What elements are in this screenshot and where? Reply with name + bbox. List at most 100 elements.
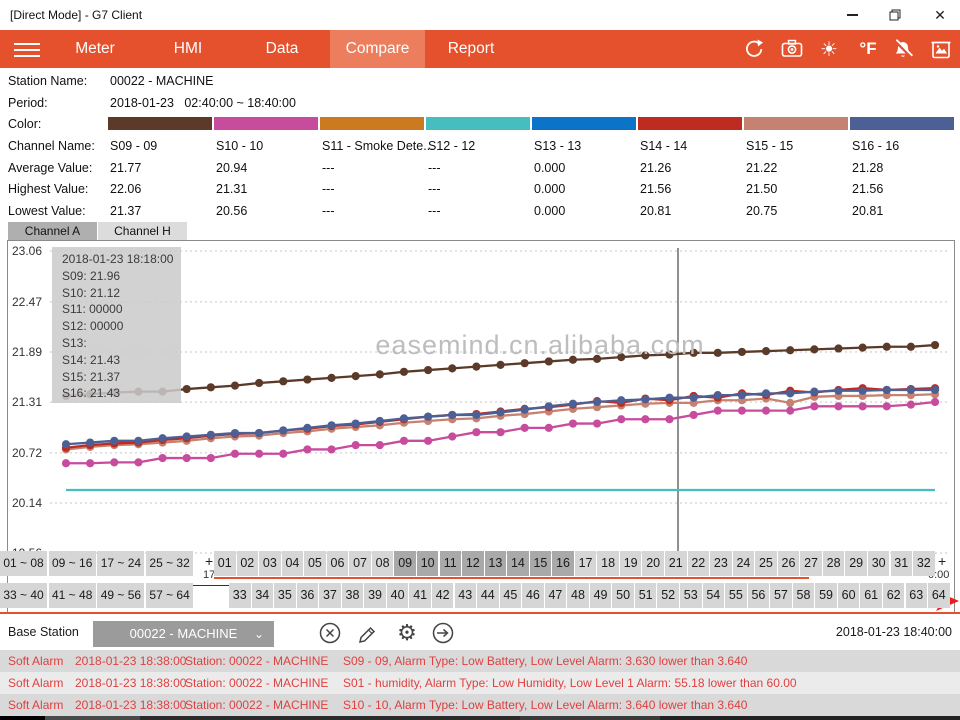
tab-channel-a[interactable]: Channel A (8, 222, 97, 241)
nav-item-data[interactable]: Data (252, 30, 312, 68)
tooltip-line: S13: (62, 335, 181, 352)
channel-button-37[interactable]: 37 (319, 583, 341, 608)
channel-button-44[interactable]: 44 (477, 583, 499, 608)
edit-button[interactable] (353, 618, 383, 648)
channel-button-08[interactable]: 08 (372, 551, 394, 576)
bell-muted-icon[interactable] (890, 37, 916, 61)
channel-button-02[interactable]: 02 (237, 551, 259, 576)
settings-button[interactable]: ⚙ (392, 618, 422, 648)
channel-button-61[interactable]: 61 (860, 583, 882, 608)
channel-button-30[interactable]: 30 (868, 551, 890, 576)
channel-button-57[interactable]: 57 (770, 583, 792, 608)
channel-button-50[interactable]: 50 (612, 583, 634, 608)
channel-button-38[interactable]: 38 (342, 583, 364, 608)
menu-icon[interactable] (14, 39, 42, 59)
channel-button-51[interactable]: 51 (635, 583, 657, 608)
channel-button-45[interactable]: 45 (500, 583, 522, 608)
channel-button-63[interactable]: 63 (906, 583, 928, 608)
camera-icon[interactable] (779, 37, 805, 61)
alarm-row[interactable]: Soft Alarm2018-01-23 18:38:00Station: 00… (0, 672, 960, 694)
channel-button-19[interactable]: 19 (620, 551, 642, 576)
data-point-s09 (617, 353, 625, 361)
channel-button-20[interactable]: 20 (642, 551, 664, 576)
sun-brightness-icon[interactable]: ☀ (816, 37, 842, 61)
range-button-33~40[interactable]: 33 ~ 40 (0, 583, 47, 608)
channel-button-25[interactable]: 25 (755, 551, 777, 576)
nav-item-meter[interactable]: Meter (60, 30, 130, 68)
range-button-09~16[interactable]: 09 ~ 16 (49, 551, 96, 576)
tab-channel-h[interactable]: Channel H (98, 222, 187, 241)
image-capture-icon[interactable] (928, 37, 954, 61)
channel-button-11[interactable]: 11 (440, 551, 462, 576)
channel-button-26[interactable]: 26 (778, 551, 800, 576)
channel-button-06[interactable]: 06 (327, 551, 349, 576)
channel-button-54[interactable]: 54 (703, 583, 725, 608)
go-button[interactable] (428, 618, 458, 648)
channel-button-60[interactable]: 60 (838, 583, 860, 608)
alarm-row[interactable]: Soft Alarm2018-01-23 18:38:00Station: 00… (0, 650, 960, 672)
channel-button-03[interactable]: 03 (259, 551, 281, 576)
restore-button[interactable] (875, 0, 915, 30)
range-button-01~08[interactable]: 01 ~ 08 (0, 551, 47, 576)
range-button-25~32[interactable]: 25 ~ 32 (146, 551, 193, 576)
channel-button-56[interactable]: 56 (748, 583, 770, 608)
sync-icon[interactable] (740, 37, 766, 61)
channel-button-42[interactable]: 42 (432, 583, 454, 608)
channel-button-22[interactable]: 22 (688, 551, 710, 576)
channel-button-04[interactable]: 04 (282, 551, 304, 576)
channel-button-33[interactable]: 33 (229, 583, 251, 608)
channel-button-64[interactable]: 64 (928, 583, 950, 608)
channel-button-55[interactable]: 55 (725, 583, 747, 608)
channel-button-39[interactable]: 39 (364, 583, 386, 608)
data-point-s16 (690, 394, 698, 402)
channel-button-18[interactable]: 18 (597, 551, 619, 576)
channel-button-05[interactable]: 05 (304, 551, 326, 576)
channel-button-32[interactable]: 32 (913, 551, 935, 576)
channel-button-40[interactable]: 40 (387, 583, 409, 608)
range-button-49~56[interactable]: 49 ~ 56 (97, 583, 144, 608)
channel-button-13[interactable]: 13 (485, 551, 507, 576)
channel-button-36[interactable]: 36 (297, 583, 319, 608)
range-button-17~24[interactable]: 17 ~ 24 (97, 551, 144, 576)
close-button[interactable]: ✕ (920, 0, 960, 30)
channel-button-49[interactable]: 49 (590, 583, 612, 608)
channel-button-09[interactable]: 09 (394, 551, 416, 576)
channel-button-29[interactable]: 29 (845, 551, 867, 576)
channel-button-31[interactable]: 31 (891, 551, 913, 576)
nav-item-compare[interactable]: Compare (330, 30, 425, 68)
alarm-row[interactable]: Soft Alarm2018-01-23 18:38:00Station: 00… (0, 694, 960, 716)
nav-item-hmi[interactable]: HMI (158, 30, 218, 68)
channel-button-46[interactable]: 46 (522, 583, 544, 608)
minimize-button[interactable] (832, 0, 872, 30)
channel-button-59[interactable]: 59 (815, 583, 837, 608)
channel-button-62[interactable]: 62 (883, 583, 905, 608)
nav-item-report[interactable]: Report (438, 30, 504, 68)
channel-button-15[interactable]: 15 (530, 551, 552, 576)
channel-button-53[interactable]: 53 (680, 583, 702, 608)
channel-button-10[interactable]: 10 (417, 551, 439, 576)
channel-button-35[interactable]: 35 (274, 583, 296, 608)
clear-button[interactable] (315, 618, 345, 648)
channel-button-41[interactable]: 41 (409, 583, 431, 608)
channel-button-47[interactable]: 47 (545, 583, 567, 608)
channel-button-43[interactable]: 43 (455, 583, 477, 608)
range-button-41~48[interactable]: 41 ~ 48 (49, 583, 96, 608)
channel-button-58[interactable]: 58 (793, 583, 815, 608)
base-station-dropdown[interactable]: 00022 - MACHINE ⌄ (93, 621, 274, 647)
range-button-57~64[interactable]: 57 ~ 64 (146, 583, 193, 608)
channel-button-17[interactable]: 17 (575, 551, 597, 576)
channel-button-16[interactable]: 16 (552, 551, 574, 576)
channel-button-24[interactable]: 24 (733, 551, 755, 576)
channel-button-14[interactable]: 14 (507, 551, 529, 576)
fahrenheit-toggle[interactable]: °F (852, 37, 884, 61)
channel-button-34[interactable]: 34 (252, 583, 274, 608)
channel-button-48[interactable]: 48 (567, 583, 589, 608)
channel-button-01[interactable]: 01 (214, 551, 236, 576)
channel-button-23[interactable]: 23 (710, 551, 732, 576)
channel-button-12[interactable]: 12 (462, 551, 484, 576)
channel-button-27[interactable]: 27 (800, 551, 822, 576)
channel-button-28[interactable]: 28 (823, 551, 845, 576)
channel-button-21[interactable]: 21 (665, 551, 687, 576)
channel-button-52[interactable]: 52 (657, 583, 679, 608)
channel-button-07[interactable]: 07 (349, 551, 371, 576)
